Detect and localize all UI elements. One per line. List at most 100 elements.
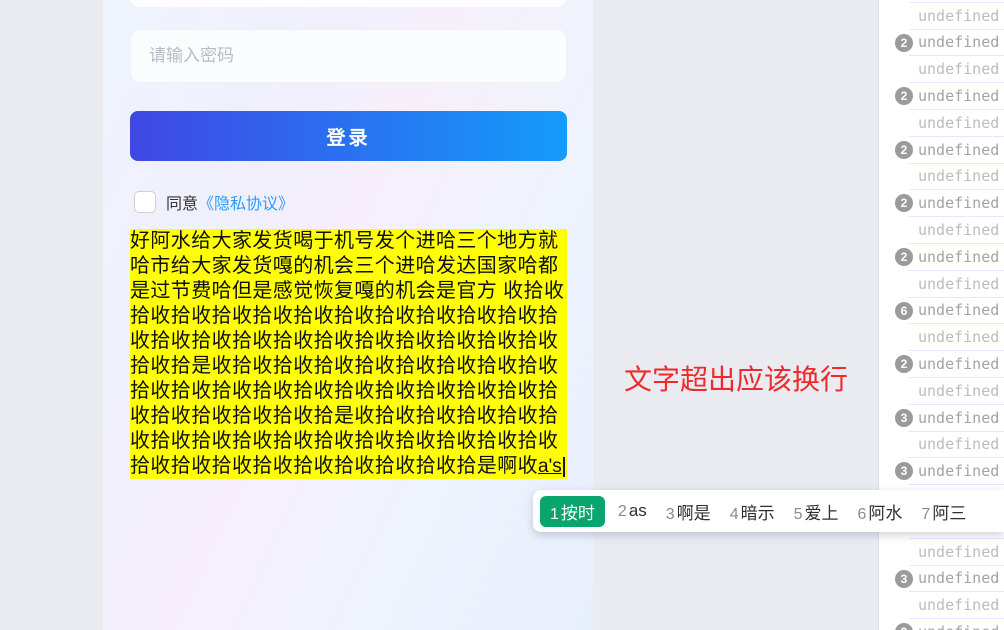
login-card: 登录 同意 《隐私协议》 好阿水给大家发货喝于机号发个进哈三个地方就 哈市给大家… <box>103 0 593 630</box>
list-item[interactable]: 3 undefined <box>895 566 1004 593</box>
list-item[interactable]: 3 undefined <box>895 405 1004 432</box>
text-cursor <box>562 456 565 477</box>
ime-candidate-6[interactable]: 6 阿水 <box>858 499 903 524</box>
count-badge: 3 <box>895 408 913 427</box>
privacy-policy-link[interactable]: 《隐私协议》 <box>198 190 294 214</box>
candidate-number: 7 <box>921 505 931 523</box>
list-item-label: undefined <box>918 274 1000 293</box>
highlight-line: 拾收拾收拾收拾收拾收拾收拾收拾收拾收拾收拾 <box>130 305 559 327</box>
count-badge: 3 <box>895 569 913 588</box>
highlight-line: 拾收拾收拾收拾收拾收拾收拾收拾收拾是啊收a's <box>130 454 567 479</box>
candidate-number: 3 <box>665 505 675 523</box>
list-item[interactable]: 6 undefined <box>895 298 1004 325</box>
list-item[interactable]: 2 undefined <box>895 83 1004 110</box>
sidebar-list: undefined 2 undefined undefined 2 undefine… <box>878 0 1004 630</box>
candidate-word: 阿水 <box>868 503 903 523</box>
list-item-label: undefined <box>918 247 1000 266</box>
list-item[interactable]: 3 undefined <box>895 458 1004 486</box>
list-item[interactable]: 2 undefined <box>895 30 1004 57</box>
list-item-label: undefined <box>918 87 1000 106</box>
list-item[interactable]: undefined <box>909 324 1004 352</box>
list-item-label: undefined <box>918 221 1000 240</box>
list-item-label: undefined <box>918 140 1000 159</box>
list-item-label: undefined <box>918 408 1000 427</box>
list-item-label: undefined <box>918 60 1000 79</box>
candidate-word: as <box>628 501 647 520</box>
list-item[interactable]: 2 undefined <box>895 137 1004 164</box>
list-item[interactable]: 3 undefined <box>895 619 1004 630</box>
list-item-label: undefined <box>918 6 1000 25</box>
highlight-line: 收拾收拾收拾收拾收拾收拾收拾收拾收拾收拾收 <box>130 430 559 452</box>
list-item[interactable]: 2 undefined <box>895 351 1004 378</box>
list-item[interactable]: undefined <box>909 378 1004 405</box>
password-input[interactable] <box>130 29 567 83</box>
list-item[interactable]: undefined <box>909 539 1004 566</box>
annotation-text: 文字超出应该换行 <box>624 364 849 395</box>
ime-composition-text: a's <box>538 456 562 477</box>
candidate-number: 2 <box>617 503 627 520</box>
count-badge: 2 <box>895 355 913 374</box>
ime-candidate-7[interactable]: 7 阿三 <box>921 499 966 524</box>
list-item-label: undefined <box>918 33 1000 52</box>
list-item[interactable]: 2 undefined <box>895 244 1004 271</box>
list-item-label: undefined <box>918 596 1000 615</box>
list-item-label: undefined <box>918 435 1000 454</box>
ime-candidate-2[interactable]: 2 as <box>618 501 647 521</box>
list-item-label: undefined <box>918 569 1000 588</box>
ime-candidate-4[interactable]: 4 暗示 <box>730 499 775 524</box>
agree-checkbox[interactable] <box>134 191 156 213</box>
highlight-line-text: 拾收拾收拾收拾收拾收拾收拾收拾收拾是啊收 <box>130 455 538 477</box>
list-item-label: undefined <box>918 381 1000 400</box>
count-badge: 2 <box>895 33 913 52</box>
highlight-line: 拾收拾是收拾收拾收拾收拾收拾收拾收拾收拾收 <box>130 355 559 377</box>
list-item-label: undefined <box>918 462 1000 481</box>
ime-candidate-1[interactable]: 1 按时 <box>540 495 605 527</box>
list-item-label: undefined <box>918 167 1000 186</box>
list-item-label: undefined <box>918 542 1000 561</box>
candidate-number: 4 <box>729 505 739 523</box>
count-badge: 6 <box>895 301 913 320</box>
count-badge: 3 <box>895 462 913 481</box>
candidate-number: 5 <box>793 505 803 523</box>
candidate-number: 6 <box>857 505 867 523</box>
list-item-label: undefined <box>918 355 1000 374</box>
list-item[interactable]: undefined <box>909 3 1004 30</box>
list-item[interactable]: undefined <box>909 56 1004 84</box>
candidate-word: 按时 <box>560 503 595 523</box>
count-badge: 2 <box>895 87 913 106</box>
candidate-word: 暗示 <box>740 503 775 523</box>
ime-candidate-bar: 1 按时 2 as 3 啊是 4 暗示 5 爱上 6 阿水 7 阿三 <box>533 490 1004 532</box>
list-item-label: undefined <box>918 623 999 630</box>
list-item[interactable]: undefined <box>909 271 1004 298</box>
highlight-line: 哈市给大家发货嘎的机会三个进哈发达国家哈都 <box>130 255 559 277</box>
list-item-label: undefined <box>918 301 1000 320</box>
count-badge: 3 <box>895 623 913 630</box>
list-item[interactable]: undefined <box>909 217 1004 244</box>
highlighted-textarea[interactable]: 好阿水给大家发货喝于机号发个进哈三个地方就 哈市给大家发货嘎的机会三个进哈发达国… <box>130 229 567 479</box>
candidate-word: 爱上 <box>804 503 839 523</box>
list-item-label: undefined <box>918 328 1000 347</box>
highlight-line: 收拾收拾收拾收拾收拾是收拾收拾收拾收拾收拾 <box>130 405 559 427</box>
count-badge: 2 <box>895 194 913 213</box>
count-badge: 2 <box>895 247 913 266</box>
highlight-line: 是过节费哈但是感觉恢复嘎的机会是官方 收拾收 <box>130 280 565 302</box>
list-item[interactable]: undefined <box>909 110 1004 137</box>
candidate-word: 啊是 <box>676 503 711 523</box>
highlight-line: 收拾收拾收拾收拾收拾收拾收拾收拾收拾收拾收 <box>130 330 559 352</box>
candidate-word: 阿三 <box>932 503 967 523</box>
list-item[interactable]: undefined <box>909 592 1004 620</box>
list-item[interactable]: undefined <box>909 164 1004 191</box>
login-button[interactable]: 登录 <box>130 111 567 161</box>
highlight-line: 好阿水给大家发货喝于机号发个进哈三个地方就 <box>130 230 559 252</box>
list-item-label: undefined <box>918 194 1000 213</box>
agree-label: 同意 <box>166 196 199 213</box>
ime-candidate-3[interactable]: 3 啊是 <box>666 499 711 524</box>
list-item[interactable]: undefined <box>909 432 1004 459</box>
list-item[interactable]: 2 undefined <box>895 190 1004 218</box>
ime-candidate-5[interactable]: 5 爱上 <box>794 499 839 524</box>
username-input[interactable] <box>130 0 567 7</box>
candidate-number: 1 <box>550 505 559 523</box>
list-item-label: undefined <box>918 113 1000 132</box>
agree-row: 同意 《隐私协议》 <box>134 190 294 214</box>
count-badge: 2 <box>895 140 913 159</box>
